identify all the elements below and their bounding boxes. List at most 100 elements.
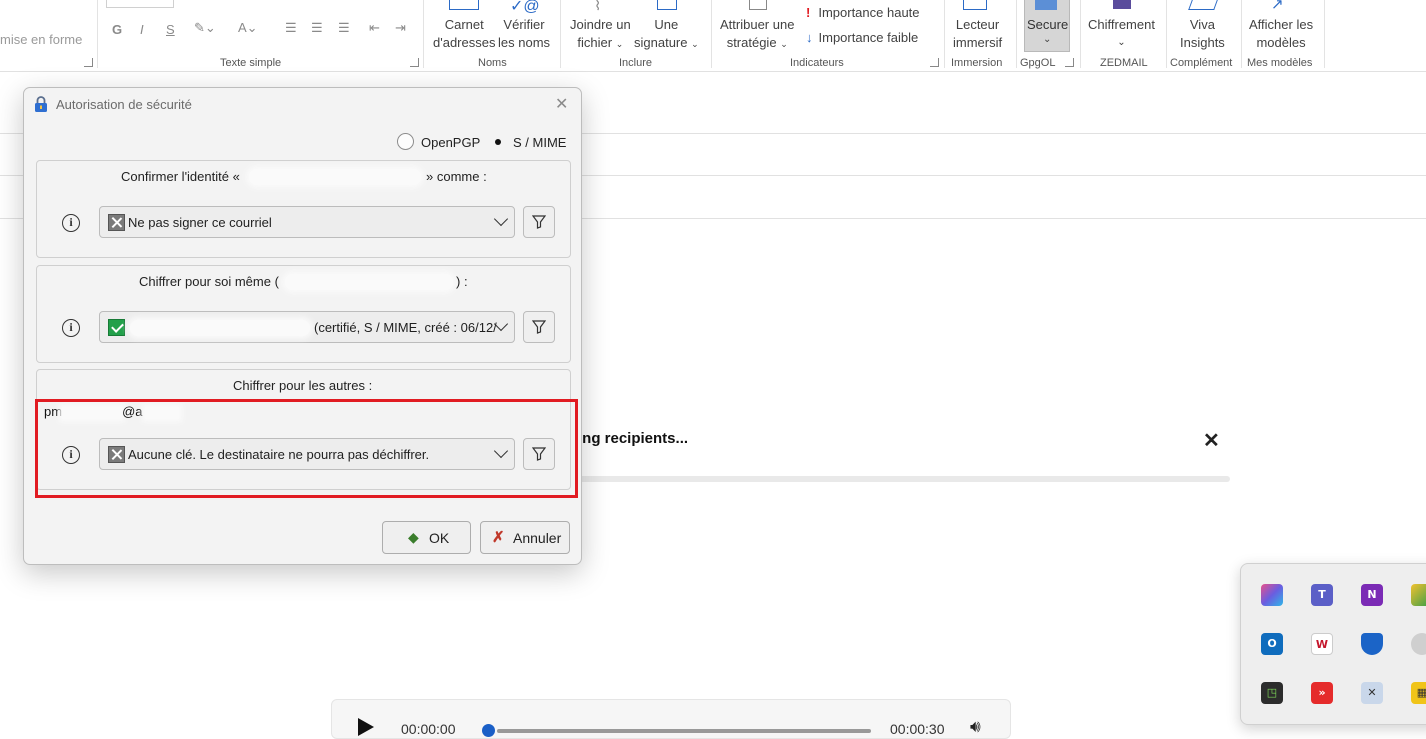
- immersive-reader-button[interactable]: Lecteur immersif: [953, 16, 1002, 52]
- attach-file-label-2: fichier: [577, 35, 613, 50]
- group-label-mes-modeles: Mes modèles: [1247, 57, 1313, 69]
- signature-button[interactable]: Une signature ⌄: [634, 16, 699, 53]
- encryption-button[interactable]: Chiffrement ⌄: [1088, 16, 1155, 52]
- align-right-icon[interactable]: ☰: [338, 20, 350, 36]
- ribbon-separator: [1241, 0, 1242, 68]
- show-templates-button[interactable]: Afficher les modèles: [1249, 16, 1313, 52]
- bold-icon[interactable]: G: [112, 22, 122, 37]
- high-importance-button[interactable]: ! Importance haute: [806, 4, 920, 22]
- group-label-inclure: Inclure: [619, 57, 653, 69]
- filter-button[interactable]: [523, 206, 555, 238]
- volume-icon[interactable]: 🔊︎: [970, 717, 981, 737]
- viva-insights-icon[interactable]: [1188, 0, 1218, 10]
- check-names-label-2: les noms: [498, 35, 551, 50]
- info-icon[interactable]: i: [62, 319, 80, 337]
- underline-icon[interactable]: S: [166, 22, 175, 37]
- status-valid-icon: [108, 319, 125, 336]
- encryption-label: Chiffrement: [1088, 17, 1155, 32]
- indent-icon[interactable]: ⇥: [395, 20, 406, 36]
- encryption-icon[interactable]: [1113, 0, 1131, 9]
- immersive-reader-icon[interactable]: [963, 0, 987, 10]
- attach-file-button[interactable]: Joindre un fichier ⌄: [570, 16, 631, 53]
- attach-file-label-1: Joindre un: [570, 17, 631, 32]
- section-title-suffix: » comme :: [426, 169, 487, 184]
- cancel-button[interactable]: ✗ Annuler: [480, 521, 570, 554]
- filter-icon: [532, 320, 546, 334]
- chevron-down-icon: ⌄: [615, 39, 624, 49]
- align-left-icon[interactable]: ☰: [285, 20, 297, 36]
- tray-app-icon[interactable]: ✕: [1361, 682, 1383, 704]
- dialog-titlebar[interactable]: Autorisation de sécurité ✕: [24, 88, 581, 120]
- lock-icon: [35, 96, 47, 112]
- self-encryption-certificate-select[interactable]: (certifié, S / MIME, créé : 06/12/: [99, 311, 515, 343]
- low-importance-button[interactable]: ↓ Importance faible: [806, 29, 918, 47]
- system-tray-overflow: T N O W ◳ » ✕ ▦: [1240, 563, 1426, 725]
- current-time: 00:00:00: [401, 721, 456, 737]
- radio-openpgp-label[interactable]: OpenPGP: [421, 135, 480, 150]
- secure-button[interactable]: Secure ⌄: [1024, 0, 1070, 52]
- address-book-button[interactable]: Carnet d'adresses: [433, 16, 495, 52]
- defender-shield-icon[interactable]: [1361, 633, 1383, 655]
- chevron-down-icon: ⌄: [691, 39, 699, 49]
- radio-openpgp[interactable]: [397, 133, 414, 150]
- tray-app-icon[interactable]: [1261, 584, 1283, 606]
- seek-track[interactable]: [497, 729, 871, 733]
- ribbon-separator: [97, 0, 98, 68]
- check-names-label-1: Vérifier: [503, 17, 545, 32]
- radio-smime-label[interactable]: S / MIME: [513, 135, 566, 150]
- dialog-launcher-icon[interactable]: [1065, 58, 1074, 67]
- tray-app-icon[interactable]: »: [1311, 682, 1333, 704]
- close-icon[interactable]: ✕: [555, 94, 568, 114]
- radio-smime[interactable]: [489, 133, 506, 150]
- play-icon[interactable]: [358, 718, 374, 736]
- close-icon[interactable]: ✕: [1203, 428, 1220, 453]
- tray-app-icon[interactable]: W: [1311, 633, 1333, 655]
- tray-app-icon[interactable]: [1411, 633, 1426, 655]
- dialog-launcher-icon[interactable]: [84, 58, 93, 67]
- ok-button[interactable]: ◆ OK: [382, 521, 471, 554]
- outlook-icon[interactable]: O: [1261, 633, 1283, 655]
- align-center-icon[interactable]: ☰: [311, 20, 323, 36]
- tray-app-icon[interactable]: [1411, 584, 1426, 606]
- filter-button[interactable]: [523, 311, 555, 343]
- check-names-icon[interactable]: ✓@: [510, 0, 540, 16]
- signing-certificate-select[interactable]: Ne pas signer ce courriel: [99, 206, 515, 238]
- outdent-icon[interactable]: ⇤: [369, 20, 380, 36]
- check-names-button[interactable]: Vérifier les noms: [498, 16, 550, 52]
- font-size-box[interactable]: [106, 0, 174, 8]
- filter-icon: [532, 215, 546, 229]
- font-color-icon[interactable]: A⌄: [238, 20, 258, 36]
- address-book-icon[interactable]: [449, 0, 479, 10]
- assign-policy-button[interactable]: Attribuer une stratégie ⌄: [720, 16, 794, 53]
- assign-policy-label-1: Attribuer une: [720, 17, 795, 32]
- ribbon-separator: [423, 0, 424, 68]
- ribbon-separator: [944, 0, 945, 68]
- highlight-color-icon[interactable]: ✎⌄: [194, 20, 216, 36]
- group-label-gpgol: GpgOL: [1020, 57, 1056, 69]
- group-label-zedmail: ZEDMAIL: [1100, 57, 1148, 69]
- tray-app-icon[interactable]: ◳: [1261, 682, 1283, 704]
- secure-icon: [1035, 0, 1057, 10]
- ribbon-separator: [560, 0, 561, 68]
- paperclip-icon[interactable]: ⌇: [594, 0, 601, 14]
- seek-slider[interactable]: [482, 724, 495, 737]
- signature-label-2: signature: [634, 35, 688, 50]
- teams-icon[interactable]: T: [1311, 584, 1333, 606]
- signature-icon[interactable]: [657, 0, 677, 10]
- dialog-launcher-icon[interactable]: [410, 58, 419, 67]
- low-importance-label: Importance faible: [818, 30, 919, 45]
- format-label[interactable]: mise en forme: [0, 31, 82, 49]
- section-encrypt-self: Chiffrer pour soi même ( ) : i (certifié…: [36, 265, 571, 363]
- viva-insights-button[interactable]: Viva Insights: [1180, 16, 1225, 52]
- section-title-prefix: Confirmer l'identité «: [121, 169, 240, 184]
- templates-icon[interactable]: ↗: [1271, 0, 1284, 13]
- status-none-icon: [108, 214, 125, 231]
- address-book-label-2: d'adresses: [433, 35, 496, 50]
- audio-player: 00:00:00 00:00:30 🔊︎: [331, 699, 1011, 739]
- policy-icon[interactable]: [749, 0, 767, 10]
- dialog-launcher-icon[interactable]: [930, 58, 939, 67]
- info-icon[interactable]: i: [62, 214, 80, 232]
- tray-app-icon[interactable]: ▦: [1411, 682, 1426, 704]
- onenote-icon[interactable]: N: [1361, 584, 1383, 606]
- italic-icon[interactable]: I: [140, 22, 144, 37]
